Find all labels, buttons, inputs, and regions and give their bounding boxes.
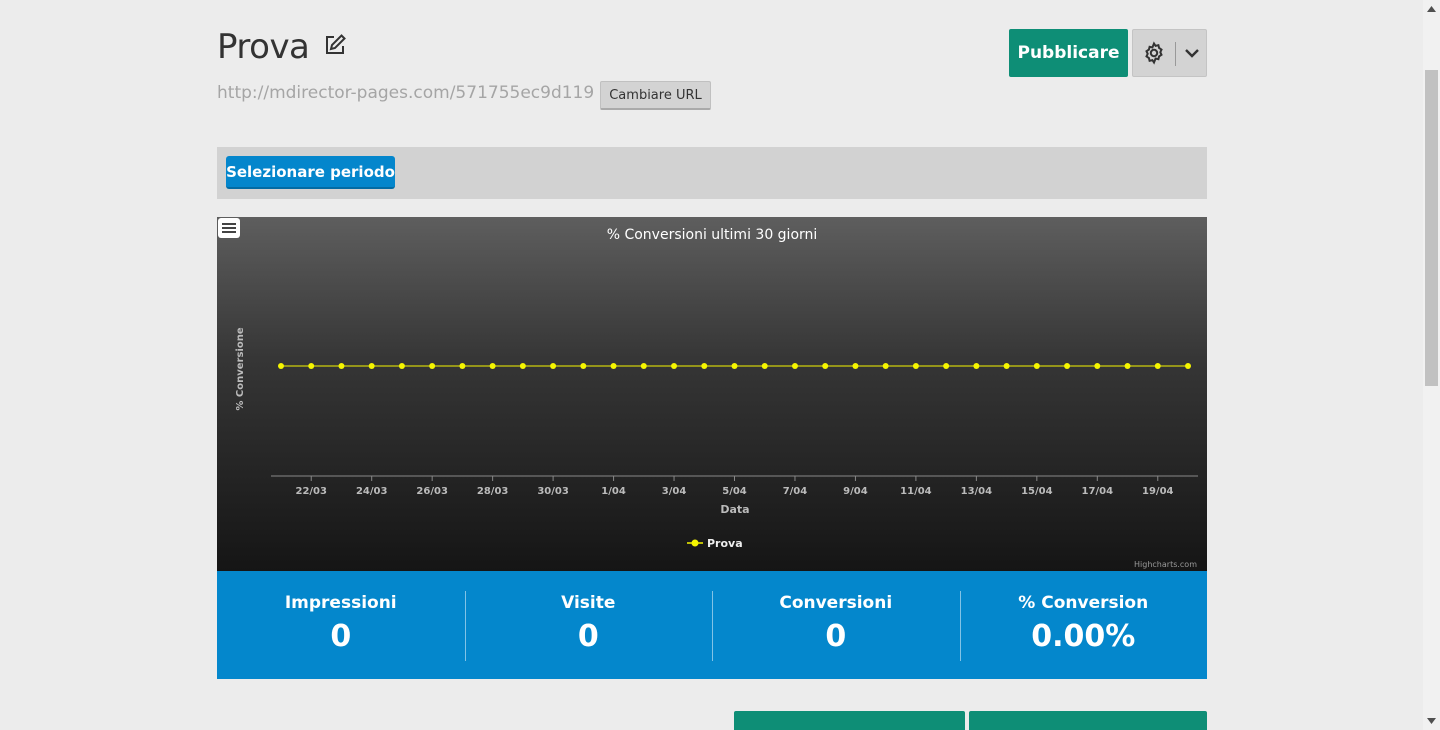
chart-title: % Conversioni ultimi 30 giorni <box>607 227 818 243</box>
x-tick-label: 24/03 <box>356 486 388 497</box>
stat-value: 0.00% <box>1031 619 1136 654</box>
data-point <box>640 363 647 369</box>
stat-value: 0 <box>825 619 847 654</box>
page-url: http://mdirector-pages.com/571755ec9d119 <box>217 83 595 103</box>
settings-separator <box>1175 42 1176 66</box>
scroll-down-arrow[interactable] <box>1427 718 1436 724</box>
data-point <box>731 363 738 369</box>
data-point <box>701 363 708 369</box>
chart-x-axis-label: Data <box>720 503 749 516</box>
data-point <box>398 363 405 369</box>
change-url-button[interactable]: Cambiare URL <box>600 81 711 110</box>
data-point <box>489 363 496 369</box>
scroll-thumb[interactable] <box>1425 70 1438 386</box>
stat-conversion-rate: % Conversion 0.00% <box>959 571 1208 679</box>
edit-icon[interactable] <box>323 33 347 57</box>
x-tick-label: 5/04 <box>722 486 747 497</box>
chevron-down-icon <box>1185 49 1199 58</box>
select-period-button[interactable]: Selezionare periodo <box>226 156 395 189</box>
data-point <box>1033 363 1040 369</box>
stat-impressions: Impressioni 0 <box>217 571 465 679</box>
x-tick-label: 19/04 <box>1142 486 1174 497</box>
data-point <box>973 363 980 369</box>
x-tick-label: 17/04 <box>1082 486 1114 497</box>
publish-button[interactable]: Pubblicare <box>1009 29 1128 77</box>
data-point <box>429 363 436 369</box>
data-point <box>852 363 859 369</box>
stat-value: 0 <box>577 619 599 654</box>
chart-y-axis-label: % Conversione <box>235 327 246 410</box>
bottom-action-button-2[interactable] <box>969 711 1207 730</box>
stat-conversions: Conversioni 0 <box>712 571 960 679</box>
data-point <box>761 363 768 369</box>
data-point <box>278 363 284 369</box>
stat-label: Visite <box>561 593 616 613</box>
x-tick-label: 7/04 <box>783 486 808 497</box>
data-point <box>791 363 798 369</box>
data-point <box>580 363 587 369</box>
period-bar: Selezionare periodo <box>217 147 1207 199</box>
conversion-chart: % Conversioni ultimi 30 giorni % Convers… <box>217 217 1207 571</box>
chart-menu-icon[interactable] <box>217 217 241 239</box>
x-tick-label: 30/03 <box>537 486 569 497</box>
page-content: Prova http://mdirector-pages.com/571755e… <box>217 0 1207 730</box>
data-point <box>459 363 466 369</box>
chart-svg: % Conversioni ultimi 30 giorni % Convers… <box>235 227 1198 569</box>
x-tick-label: 11/04 <box>900 486 932 497</box>
data-point <box>1003 363 1010 369</box>
chart-credit[interactable]: Highcharts.com <box>1134 560 1197 569</box>
x-tick-label: 22/03 <box>295 486 327 497</box>
data-point <box>882 363 889 369</box>
data-point <box>338 363 345 369</box>
stat-label: % Conversion <box>1018 593 1149 613</box>
stat-value: 0 <box>330 619 352 654</box>
page-scrollbar[interactable] <box>1423 0 1440 730</box>
x-tick-label: 26/03 <box>416 486 448 497</box>
data-point <box>1124 363 1131 369</box>
data-point <box>1154 363 1161 369</box>
data-point <box>550 363 557 369</box>
x-tick-label: 28/03 <box>477 486 509 497</box>
data-point <box>912 363 919 369</box>
bottom-action-button-1[interactable] <box>734 711 965 730</box>
legend-label: Prova <box>707 537 743 550</box>
data-point <box>1094 363 1101 369</box>
data-point <box>943 363 950 369</box>
page-title: Prova <box>217 27 310 67</box>
chart-legend[interactable]: Prova <box>687 537 743 550</box>
stat-label: Impressioni <box>284 593 397 613</box>
data-point <box>519 363 526 369</box>
data-point <box>1064 363 1071 369</box>
data-point <box>1185 363 1191 369</box>
data-point <box>610 363 617 369</box>
data-point <box>368 363 375 369</box>
data-point <box>308 363 315 369</box>
settings-dropdown-button[interactable] <box>1132 29 1207 77</box>
x-tick-label: 9/04 <box>843 486 868 497</box>
legend-marker <box>691 539 699 547</box>
gear-icon <box>1145 41 1163 65</box>
stat-visits: Visite 0 <box>464 571 713 679</box>
scroll-up-arrow[interactable] <box>1427 6 1436 12</box>
stat-label: Conversioni <box>779 593 893 613</box>
x-tick-label: 13/04 <box>961 486 993 497</box>
stats-panel: Impressioni 0 Visite 0 Conversioni 0 % C… <box>217 571 1207 679</box>
x-tick-label: 15/04 <box>1021 486 1053 497</box>
data-point <box>822 363 829 369</box>
x-tick-label: 1/04 <box>601 486 626 497</box>
data-point <box>671 363 678 369</box>
x-tick-label: 3/04 <box>662 486 687 497</box>
